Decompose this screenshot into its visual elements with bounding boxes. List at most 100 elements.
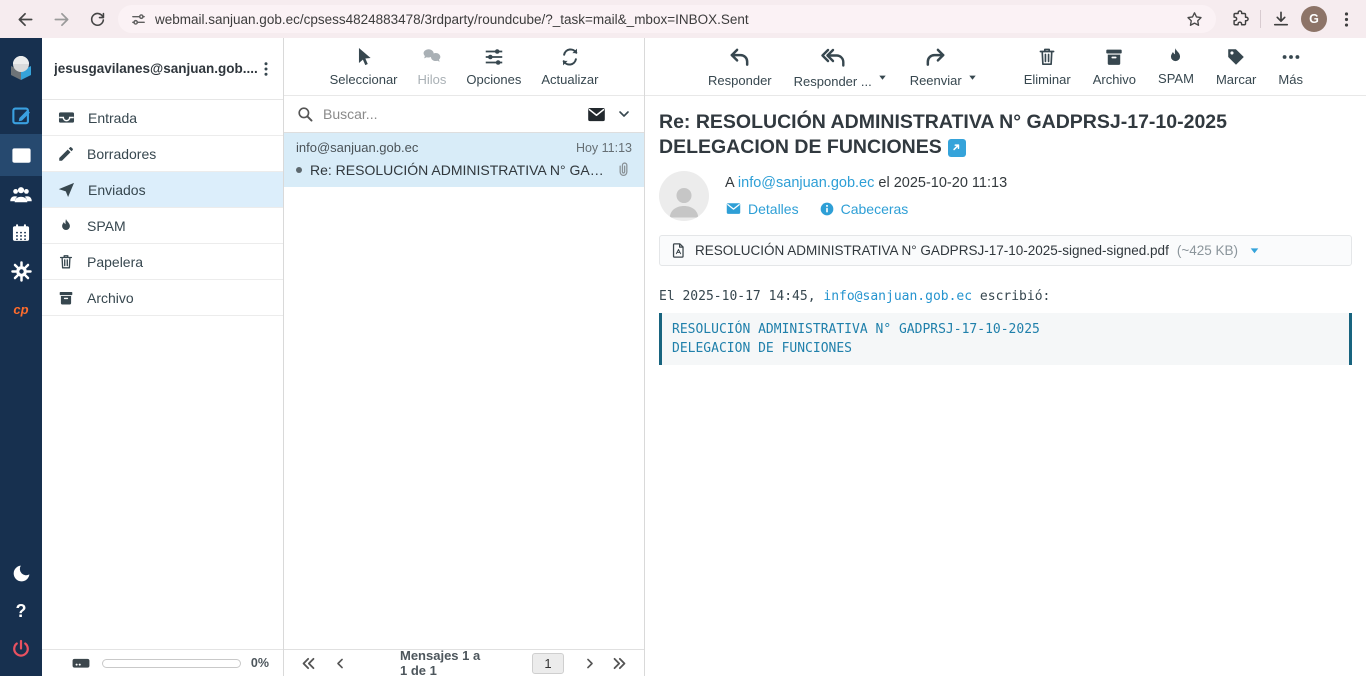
folder-label: Archivo	[87, 290, 134, 306]
message-subject-title: Re: RESOLUCIÓN ADMINISTRATIVA N° GADPRSJ…	[659, 110, 1309, 160]
forward-icon	[924, 46, 947, 69]
address-bar[interactable]: webmail.sanjuan.gob.ec/cpsess4824883478/…	[118, 5, 1216, 33]
folder-item-spam[interactable]: SPAM	[42, 208, 283, 244]
spam-button[interactable]: SPAM	[1158, 46, 1194, 86]
headers-label: Cabeceras	[841, 201, 909, 217]
bookmark-star-icon[interactable]	[1185, 10, 1204, 29]
options-button[interactable]: Opciones	[466, 46, 521, 87]
reply-icon	[728, 46, 751, 69]
archive-button[interactable]: Archivo	[1093, 46, 1136, 87]
rail-contacts-button[interactable]	[0, 176, 42, 214]
external-link-icon	[950, 141, 964, 155]
folder-label: Papelera	[87, 254, 143, 270]
first-page-button[interactable]	[300, 655, 317, 672]
prev-page-button[interactable]	[333, 656, 348, 671]
attachment-menu-button[interactable]	[1248, 244, 1261, 257]
rail-settings-button[interactable]	[0, 252, 42, 290]
paperclip-icon	[615, 161, 632, 178]
folder-item-borradores[interactable]: Borradores	[42, 136, 283, 172]
last-page-button[interactable]	[611, 655, 628, 672]
to-label: A	[725, 175, 734, 191]
headers-link[interactable]: Cabeceras	[819, 201, 909, 217]
attachment-row[interactable]: RESOLUCIÓN ADMINISTRATIVA N° GADPRSJ-17-…	[659, 235, 1352, 266]
browser-menu-icon[interactable]	[1337, 10, 1356, 29]
message-status-dot	[296, 167, 302, 173]
search-scope-envelope-icon[interactable]	[586, 104, 607, 125]
rail-compose-button[interactable]	[0, 96, 42, 134]
message-list-item[interactable]: info@sanjuan.gob.ec Hoy 11:13 Re: RESOLU…	[284, 133, 644, 187]
power-icon	[10, 638, 32, 660]
forward-caret-icon[interactable]	[967, 72, 978, 83]
reply-all-caret-icon[interactable]	[877, 72, 888, 83]
recipient-line: A info@sanjuan.gob.ec el 2025-10-20 11:1…	[725, 175, 1007, 191]
chevron-left-icon	[333, 656, 348, 671]
select-label: Seleccionar	[330, 72, 398, 87]
message-view-panel: Responder Responder ... Reenviar	[645, 38, 1366, 676]
select-button[interactable]: Seleccionar	[330, 46, 398, 87]
more-button[interactable]: Más	[1278, 46, 1303, 87]
gear-icon	[10, 260, 33, 283]
caret-down-icon	[1248, 244, 1261, 257]
search-bar	[284, 96, 644, 133]
rail-calendar-button[interactable]	[0, 214, 42, 252]
downloads-icon[interactable]	[1271, 9, 1291, 29]
delete-button[interactable]: Eliminar	[1024, 46, 1071, 87]
site-settings-icon[interactable]	[130, 11, 147, 28]
message-subject-preview: Re: RESOLUCIÓN ADMINISTRATIVA N° GADP…	[310, 162, 607, 178]
rail-help-button[interactable]: ?	[0, 592, 42, 630]
browser-profile-avatar[interactable]: G	[1301, 6, 1327, 32]
folder-item-archivo[interactable]: Archivo	[42, 280, 283, 316]
forward-button[interactable]: Reenviar	[910, 46, 962, 88]
message-toolbar: Responder Responder ... Reenviar	[645, 38, 1366, 96]
open-in-new-window-button[interactable]	[948, 139, 966, 157]
list-toolbar: Seleccionar Hilos Opciones Actualizar	[284, 38, 644, 96]
browser-forward-button[interactable]	[46, 4, 76, 34]
person-icon	[662, 179, 706, 221]
folder-item-papelera[interactable]: Papelera	[42, 244, 283, 280]
sliders-icon	[483, 46, 505, 68]
url-text[interactable]: webmail.sanjuan.gob.ec/cpsess4824883478/…	[155, 12, 1177, 27]
reply-all-icon	[821, 46, 845, 70]
delete-label: Eliminar	[1024, 72, 1071, 87]
search-input[interactable]	[323, 106, 577, 122]
attachment-filename[interactable]: RESOLUCIÓN ADMINISTRATIVA N° GADPRSJ-17-…	[695, 243, 1169, 258]
extensions-puzzle-icon[interactable]	[1230, 9, 1250, 29]
attachment-size: (~425 KB)	[1177, 243, 1238, 258]
mark-button[interactable]: Marcar	[1216, 46, 1256, 87]
roundcube-logo	[0, 48, 42, 86]
cpanel-logo-icon: cp	[13, 302, 28, 317]
flame-icon	[57, 217, 75, 235]
mark-label: Marcar	[1216, 72, 1256, 87]
search-icon	[296, 105, 314, 123]
threads-button[interactable]: Hilos	[418, 46, 447, 87]
page-number-input[interactable]	[532, 653, 564, 674]
folder-item-entrada[interactable]: Entrada	[42, 100, 283, 136]
rail-cpanel-button[interactable]: cp	[0, 290, 42, 328]
quoted-sender-link[interactable]: info@sanjuan.gob.ec	[823, 289, 972, 304]
browser-actions: G	[1222, 6, 1356, 32]
quota-percent: 0%	[251, 656, 269, 670]
rail-logout-button[interactable]	[0, 630, 42, 668]
account-header[interactable]: jesusgavilanes@sanjuan.gob....	[42, 38, 283, 100]
next-page-button[interactable]	[582, 656, 597, 671]
back-arrow-icon	[15, 9, 36, 30]
search-chevron-down-icon[interactable]	[616, 106, 632, 122]
message-content: Re: RESOLUCIÓN ADMINISTRATIVA N° GADPRSJ…	[645, 96, 1366, 365]
browser-reload-button[interactable]	[82, 4, 112, 34]
folder-item-enviados[interactable]: Enviados	[42, 172, 283, 208]
reply-button[interactable]: Responder	[708, 46, 772, 88]
reply-all-button[interactable]: Responder ...	[794, 46, 872, 89]
recipient-address-link[interactable]: info@sanjuan.gob.ec	[738, 175, 874, 191]
folder-label: Borradores	[87, 146, 156, 162]
chevron-right-icon	[582, 656, 597, 671]
message-date: Hoy 11:13	[576, 141, 632, 155]
account-menu-icon[interactable]	[257, 60, 275, 78]
rail-darkmode-button[interactable]	[0, 554, 42, 592]
rail-mail-button[interactable]	[0, 134, 42, 176]
folder-label: SPAM	[87, 218, 126, 234]
refresh-button[interactable]: Actualizar	[541, 46, 598, 87]
details-link[interactable]: Detalles	[725, 200, 799, 217]
info-icon	[819, 201, 835, 217]
mail-envelope-icon	[10, 144, 33, 167]
browser-back-button[interactable]	[10, 4, 40, 34]
